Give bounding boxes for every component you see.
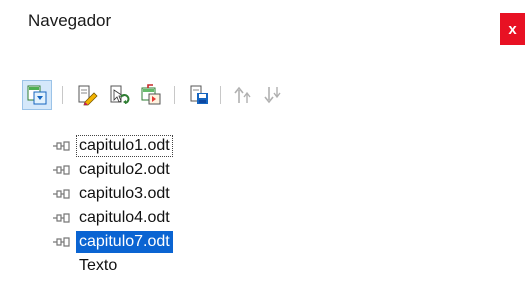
tree-item-label: capitulo4.odt: [79, 209, 170, 226]
tree-item-label: capitulo2.odt: [79, 161, 170, 178]
move-down-button[interactable]: [258, 80, 288, 110]
edit-button[interactable]: [72, 80, 102, 110]
link-icon: [53, 213, 70, 223]
tree-item-label: capitulo1.odt: [76, 135, 173, 157]
navigator-toolbar: [22, 78, 502, 118]
edit-icon: [78, 85, 98, 106]
tree-item-label: capitulo7.odt: [76, 231, 173, 253]
insert-icon: [141, 84, 161, 105]
update-icon: [110, 85, 130, 104]
update-button[interactable]: [104, 80, 134, 110]
move-up-button[interactable]: [228, 80, 258, 110]
move-down-icon: [264, 87, 281, 104]
close-button[interactable]: x: [500, 13, 525, 45]
link-icon: [53, 237, 70, 247]
tree-item-label: capitulo3.odt: [79, 185, 170, 202]
tree-item[interactable]: capitulo1.odt: [0, 135, 525, 157]
link-icon: [53, 189, 70, 199]
tree-item[interactable]: Texto: [0, 255, 525, 277]
tree-item-label: Texto: [79, 257, 118, 274]
link-icon: [53, 141, 70, 151]
toolbar-separator: [220, 86, 221, 104]
tree-item-selected[interactable]: capitulo7.odt: [0, 231, 525, 253]
move-up-icon: [234, 86, 251, 103]
toolbar-separator: [174, 86, 175, 104]
toggle-view-icon: [27, 85, 47, 105]
title-bar: Navegador x: [0, 0, 525, 50]
link-icon: [53, 165, 70, 175]
toolbar-separator: [62, 86, 63, 104]
save-as-button[interactable]: [184, 80, 214, 110]
toggle-view-button[interactable]: [22, 80, 52, 110]
tree-item[interactable]: capitulo3.odt: [0, 183, 525, 205]
window-title: Navegador: [28, 11, 112, 30]
tree-item[interactable]: capitulo2.odt: [0, 159, 525, 181]
insert-button[interactable]: [136, 80, 166, 110]
save-as-icon: [190, 85, 208, 104]
tree-item[interactable]: capitulo4.odt: [0, 207, 525, 229]
